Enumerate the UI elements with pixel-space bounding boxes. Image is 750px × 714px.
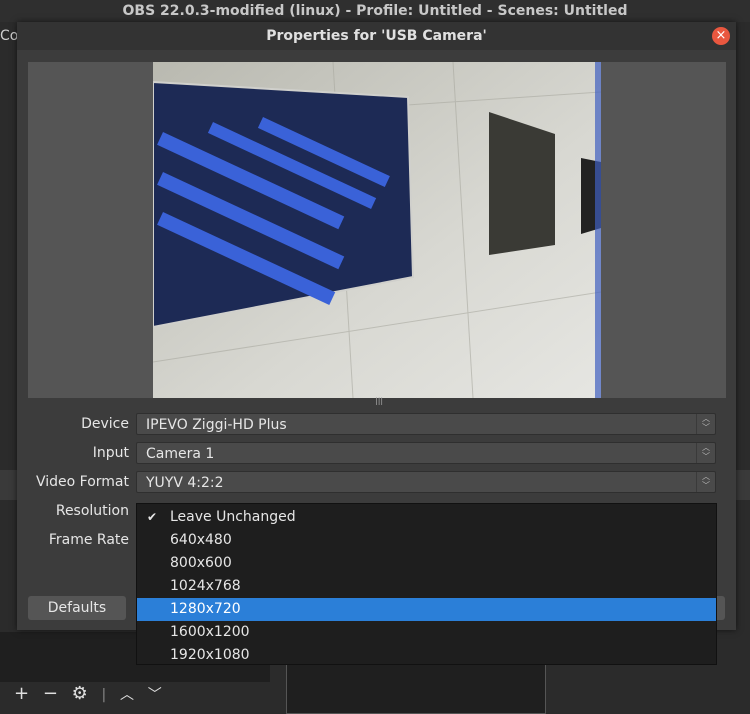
video-format-value: YUYV 4:2:2 — [146, 475, 224, 491]
input-label: Input — [92, 445, 129, 461]
spinner-arrows-icon: ︿ ﹀ — [696, 472, 715, 492]
resolution-dropdown: ✔ Leave Unchanged 640x480 800x600 1024x7… — [136, 503, 717, 665]
resolution-option[interactable]: 640x480 — [137, 529, 716, 552]
spinner-arrows-icon: ︿ ﹀ — [696, 443, 715, 463]
close-icon[interactable]: × — [712, 27, 730, 45]
defaults-button[interactable]: Defaults — [28, 596, 126, 620]
frame-rate-label: Frame Rate — [48, 532, 129, 548]
resolution-option[interactable]: 1600x1200 — [137, 621, 716, 644]
input-value: Camera 1 — [146, 446, 215, 462]
camera-image — [153, 62, 601, 398]
resolution-option[interactable]: 1024x768 — [137, 575, 716, 598]
main-window-title: OBS 22.0.3-modified (linux) - Profile: U… — [0, 0, 750, 22]
resolution-option[interactable]: 800x600 — [137, 552, 716, 575]
add-icon[interactable]: + — [14, 683, 29, 704]
resolution-option[interactable]: 1920x1080 — [137, 644, 716, 667]
device-select[interactable]: IPEVO Ziggi-HD Plus ︿ ﹀ — [136, 413, 716, 435]
main-window-partial-text: Co — [0, 28, 19, 44]
video-format-select[interactable]: YUYV 4:2:2 ︿ ﹀ — [136, 471, 716, 493]
input-select[interactable]: Camera 1 ︿ ﹀ — [136, 442, 716, 464]
scenes-toolbar: + − ⚙ | ︿ ﹀ — [14, 683, 170, 707]
gear-icon[interactable]: ⚙ — [72, 683, 88, 704]
main-window-panel — [0, 470, 17, 500]
toolbar-divider: | — [101, 687, 107, 703]
resolution-option[interactable]: ✔ Leave Unchanged — [137, 506, 716, 529]
move-up-icon[interactable]: ︿ — [120, 687, 134, 703]
video-format-label: Video Format — [35, 474, 129, 490]
resolution-option-highlighted[interactable]: 1280x720 — [137, 598, 716, 621]
resolution-label: Resolution — [55, 503, 129, 519]
device-label: Device — [81, 416, 129, 432]
checkmark-icon: ✔ — [147, 510, 158, 524]
main-window-panel — [736, 470, 750, 500]
splitter-handle[interactable]: ||| — [375, 397, 383, 405]
camera-preview — [28, 62, 726, 398]
spinner-arrows-icon: ︿ ﹀ — [696, 414, 715, 434]
device-value: IPEVO Ziggi-HD Plus — [146, 417, 287, 433]
dialog-title: Properties for 'USB Camera' — [17, 22, 736, 50]
remove-icon[interactable]: − — [43, 683, 58, 704]
move-down-icon[interactable]: ﹀ — [148, 687, 162, 703]
